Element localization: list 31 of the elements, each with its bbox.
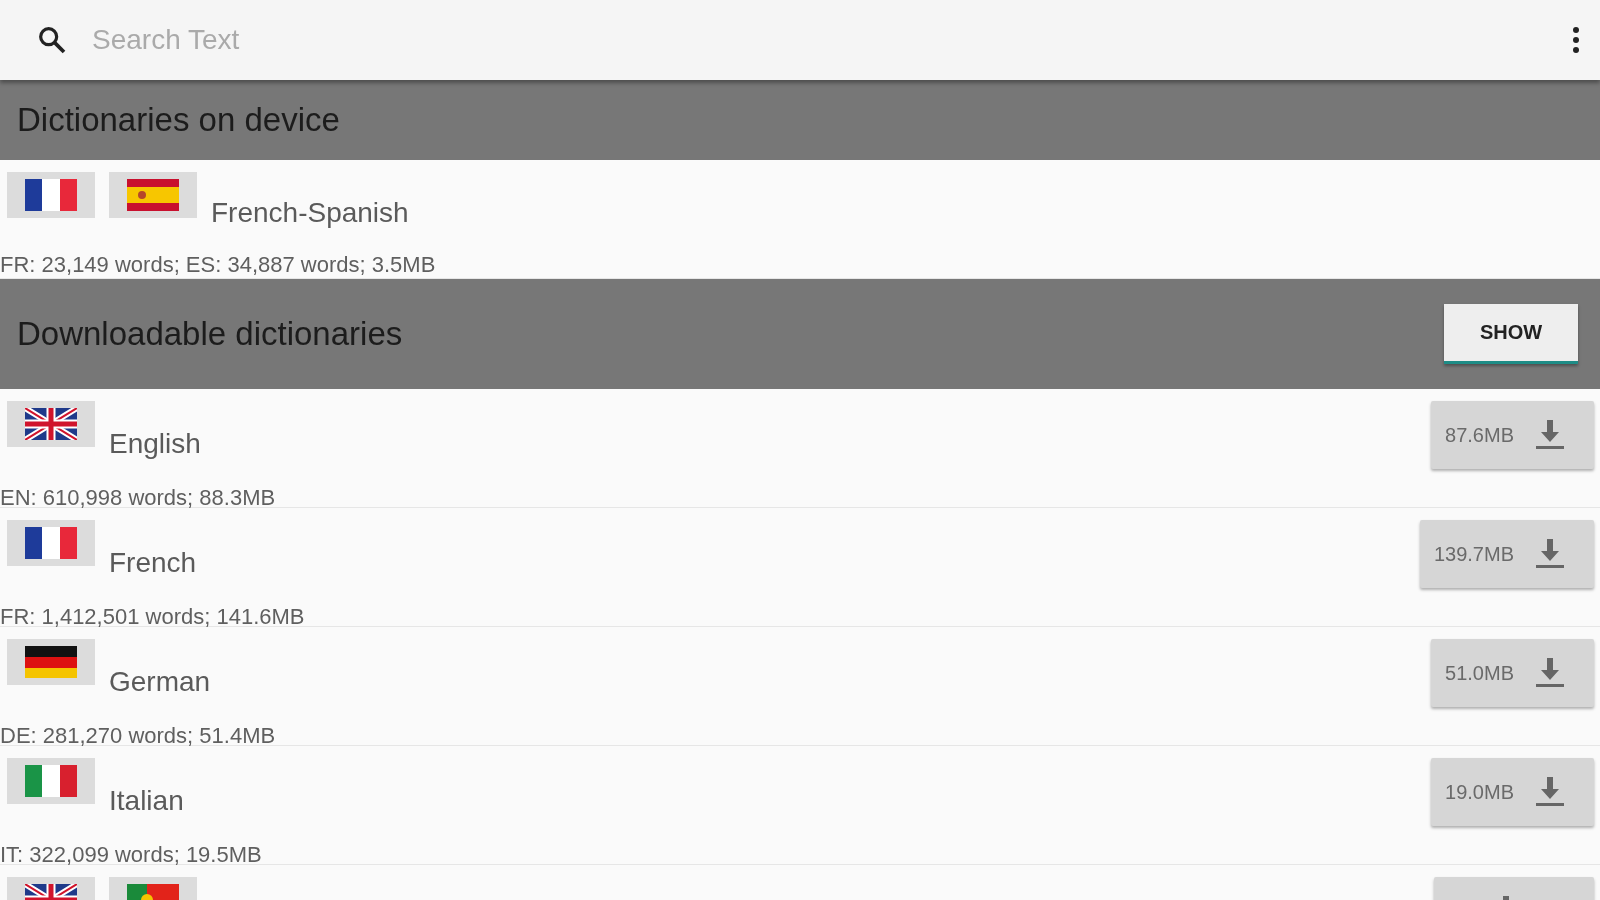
search-bar[interactable]: Search Text — [0, 0, 1600, 80]
show-button[interactable]: SHOW — [1444, 304, 1578, 364]
dictionary-info: FR: 1,412,501 words; 141.6MB — [0, 604, 306, 630]
download-button[interactable]: 87.6MB — [1431, 401, 1594, 469]
download-button[interactable]: 51.0MB — [1431, 639, 1594, 707]
dictionary-name: English — [109, 428, 201, 460]
dictionary-info: DE: 281,270 words; 51.4MB — [0, 723, 277, 749]
flag-icon — [25, 408, 77, 440]
dictionary-name: French — [109, 547, 197, 579]
download-icon — [1536, 539, 1564, 569]
more-menu-icon[interactable] — [1572, 26, 1580, 54]
search-icon[interactable] — [36, 24, 68, 56]
dictionary-name: German — [109, 666, 211, 698]
flag-icon — [25, 765, 77, 797]
download-button[interactable]: 139.7MB — [1419, 520, 1594, 588]
flag-icon — [25, 527, 77, 559]
section-title: Dictionaries on device — [17, 101, 340, 139]
download-button[interactable]: 19.0MB — [1431, 758, 1594, 826]
download-icon — [1536, 777, 1564, 807]
search-field[interactable]: Search Text — [90, 23, 1572, 57]
flag-icon — [25, 179, 77, 211]
dictionary-name: French-Spanish — [211, 197, 409, 229]
dictionary-name: Italian — [109, 785, 184, 817]
download-icon — [1536, 658, 1564, 688]
download-icon — [1536, 420, 1564, 450]
dictionary-info: IT: 322,099 words; 19.5MB — [0, 842, 263, 868]
section-title: Downloadable dictionaries — [17, 315, 403, 353]
flag-icon — [25, 646, 77, 678]
dictionary-info: EN: 610,998 words; 88.3MB — [0, 485, 277, 511]
dictionary-info: FR: 23,149 words; ES: 34,887 words; 3.5MB — [0, 252, 437, 278]
flag-icon — [127, 179, 179, 211]
